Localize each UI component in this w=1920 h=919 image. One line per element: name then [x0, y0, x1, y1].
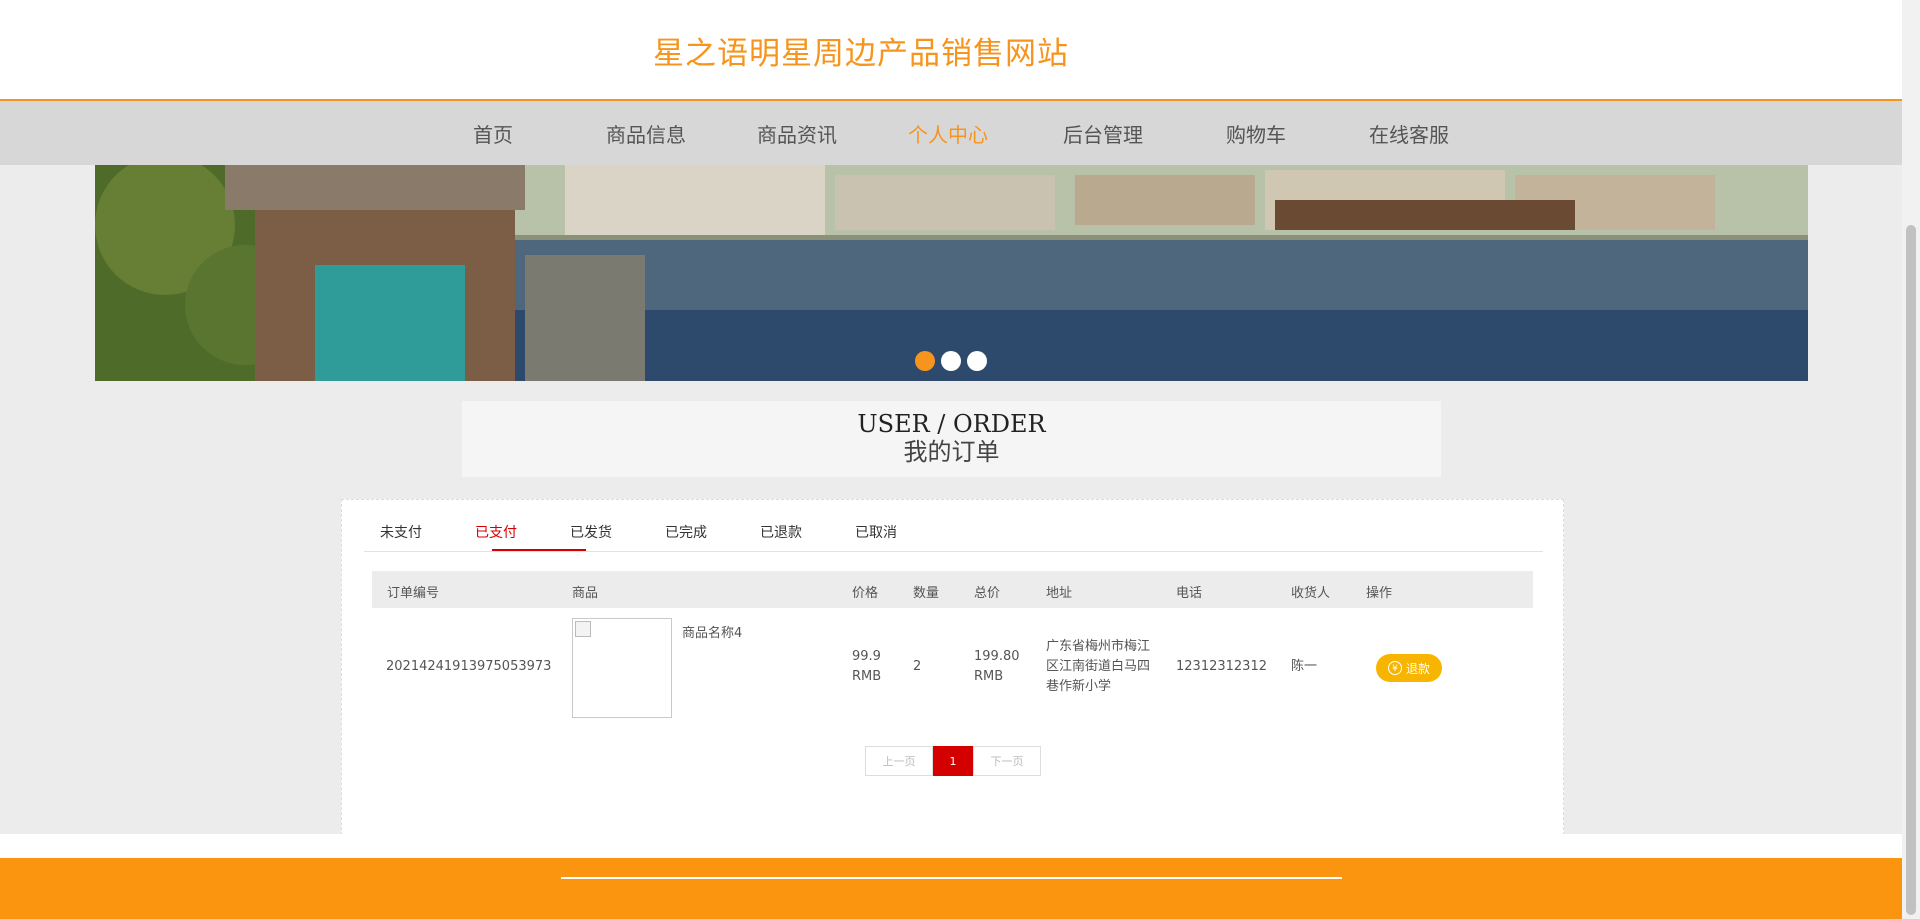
- broken-image-icon: [575, 621, 591, 637]
- nav-item-cart[interactable]: 购物车: [1226, 119, 1286, 148]
- phone: 12312312312: [1176, 659, 1267, 674]
- carousel-dot-2[interactable]: [941, 351, 961, 371]
- current-page[interactable]: 1: [933, 746, 973, 776]
- receiver: 陈一: [1291, 659, 1318, 674]
- tab-shipped[interactable]: 已发货: [570, 522, 612, 542]
- address: 广东省梅州市梅江区江南街道白马四巷作新小学: [1046, 639, 1151, 694]
- order-number: 20214241913975053973: [386, 659, 552, 674]
- footer-gap: [0, 834, 1902, 858]
- nav-item-admin[interactable]: 后台管理: [1063, 119, 1143, 148]
- section-title-zh: 我的订单: [903, 438, 1000, 466]
- page: 星之语明星周边产品销售网站 首页 商品信息 商品资讯 个人中心 后台管理 购物车…: [0, 0, 1920, 919]
- refund-button-label: 退款: [1405, 661, 1430, 676]
- nav-item-user-center[interactable]: 个人中心: [908, 119, 988, 148]
- nav-item-news[interactable]: 商品资讯: [757, 119, 837, 148]
- col-address: 地址: [1046, 586, 1073, 601]
- footer-divider: [561, 877, 1342, 879]
- carousel-dots: [915, 351, 987, 371]
- nav-item-home[interactable]: 首页: [473, 119, 513, 148]
- order-panel: 未支付 已支付 已发货 已完成 已退款 已取消 订单编号 商品 价格 数量 总价…: [341, 499, 1564, 835]
- col-receiver: 收货人: [1291, 586, 1331, 601]
- refund-button[interactable]: ¥ 退款: [1376, 654, 1442, 682]
- nav-item-support[interactable]: 在线客服: [1369, 119, 1449, 148]
- carousel-dot-1[interactable]: [915, 351, 935, 371]
- pagination: 上一页 1 下一页: [865, 746, 1041, 776]
- nav-item-products[interactable]: 商品信息: [606, 119, 686, 148]
- col-quantity: 数量: [913, 586, 940, 601]
- table-row: 20214241913975053973 商品名称4 99.9 RMB 2 19…: [372, 608, 1533, 718]
- next-page-button[interactable]: 下一页: [973, 746, 1041, 776]
- prev-page-button[interactable]: 上一页: [865, 746, 933, 776]
- tab-refunded[interactable]: 已退款: [760, 522, 802, 542]
- quantity: 2: [913, 659, 922, 674]
- main-nav: 首页 商品信息 商品资讯 个人中心 后台管理 购物车 在线客服: [0, 101, 1902, 165]
- price: 99.9 RMB: [852, 649, 882, 684]
- site-header: 星之语明星周边产品销售网站: [0, 0, 1902, 101]
- col-phone: 电话: [1176, 586, 1203, 601]
- page-scrollbar[interactable]: [1902, 0, 1920, 919]
- carousel-dot-3[interactable]: [967, 351, 987, 371]
- product-thumbnail[interactable]: [572, 618, 672, 718]
- tab-paid[interactable]: 已支付: [475, 522, 517, 542]
- banner-carousel: [95, 165, 1808, 381]
- col-product: 商品: [572, 586, 599, 601]
- table-header: 订单编号 商品 价格 数量 总价 地址 电话 收货人 操作: [372, 571, 1533, 608]
- col-order-no: 订单编号: [387, 586, 440, 601]
- order-status-tabs: 未支付 已支付 已发货 已完成 已退款 已取消: [364, 511, 1543, 552]
- section-title-block: USER / ORDER 我的订单: [462, 401, 1441, 477]
- yen-icon: ¥: [1387, 661, 1402, 675]
- tab-unpaid[interactable]: 未支付: [380, 522, 422, 542]
- tab-completed[interactable]: 已完成: [665, 522, 707, 542]
- site-title: 星之语明星周边产品销售网站: [653, 36, 1069, 72]
- active-tab-indicator: [492, 549, 586, 551]
- col-price: 价格: [852, 586, 879, 601]
- scrollbar-thumb[interactable]: [1906, 225, 1916, 915]
- site-footer: [0, 858, 1902, 919]
- tab-cancelled[interactable]: 已取消: [855, 522, 897, 542]
- banner-image: [95, 165, 1808, 381]
- section-title-en: USER / ORDER: [857, 410, 1046, 438]
- total-price: 199.80 RMB: [974, 649, 1020, 684]
- col-total: 总价: [974, 586, 1001, 601]
- product-name[interactable]: 商品名称4: [682, 624, 742, 644]
- col-action: 操作: [1366, 586, 1393, 601]
